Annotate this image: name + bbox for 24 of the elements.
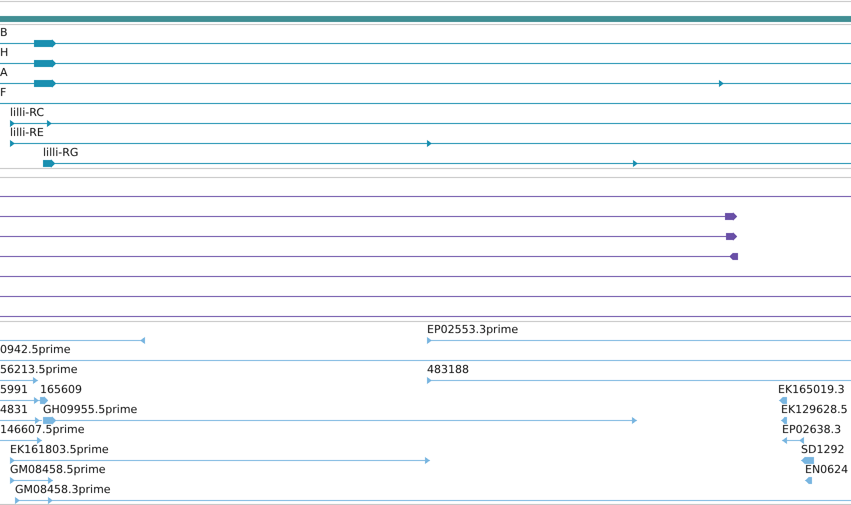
feature-label: EP02638.3 <box>782 423 842 436</box>
feature-label: EK129628.5 <box>781 403 848 416</box>
feature-label: EP02553.3prime <box>427 323 518 336</box>
feature-label: EN0624 <box>805 463 848 476</box>
feature-label: 0942.5prime <box>0 343 71 356</box>
feature-label: 146607.5prime <box>0 423 85 436</box>
feature-label: GM08458.3prime <box>15 483 111 496</box>
feature-label: 56213.5prime <box>0 363 78 376</box>
feature-label: B <box>0 26 8 39</box>
feature-label: SD1292 <box>801 443 844 456</box>
feature-label: lilli-RE <box>10 126 44 139</box>
feature-label: 483188 <box>427 363 469 376</box>
feature-label: GM08458.5prime <box>10 463 106 476</box>
feature-label: 165609 <box>40 383 82 396</box>
feature-label: lilli-RC <box>10 106 44 119</box>
feature-label: EK165019.3 <box>778 383 845 396</box>
feature-label: 4831 <box>0 403 28 416</box>
feature-label: EK161803.5prime <box>10 443 109 456</box>
feature-label: F <box>0 86 6 99</box>
feature-label: GH09955.5prime <box>43 403 138 416</box>
feature-label: 5991 <box>0 383 28 396</box>
feature-label: A <box>0 66 8 79</box>
feature-label: lilli-RG <box>43 146 78 159</box>
feature-label: H <box>0 46 8 59</box>
